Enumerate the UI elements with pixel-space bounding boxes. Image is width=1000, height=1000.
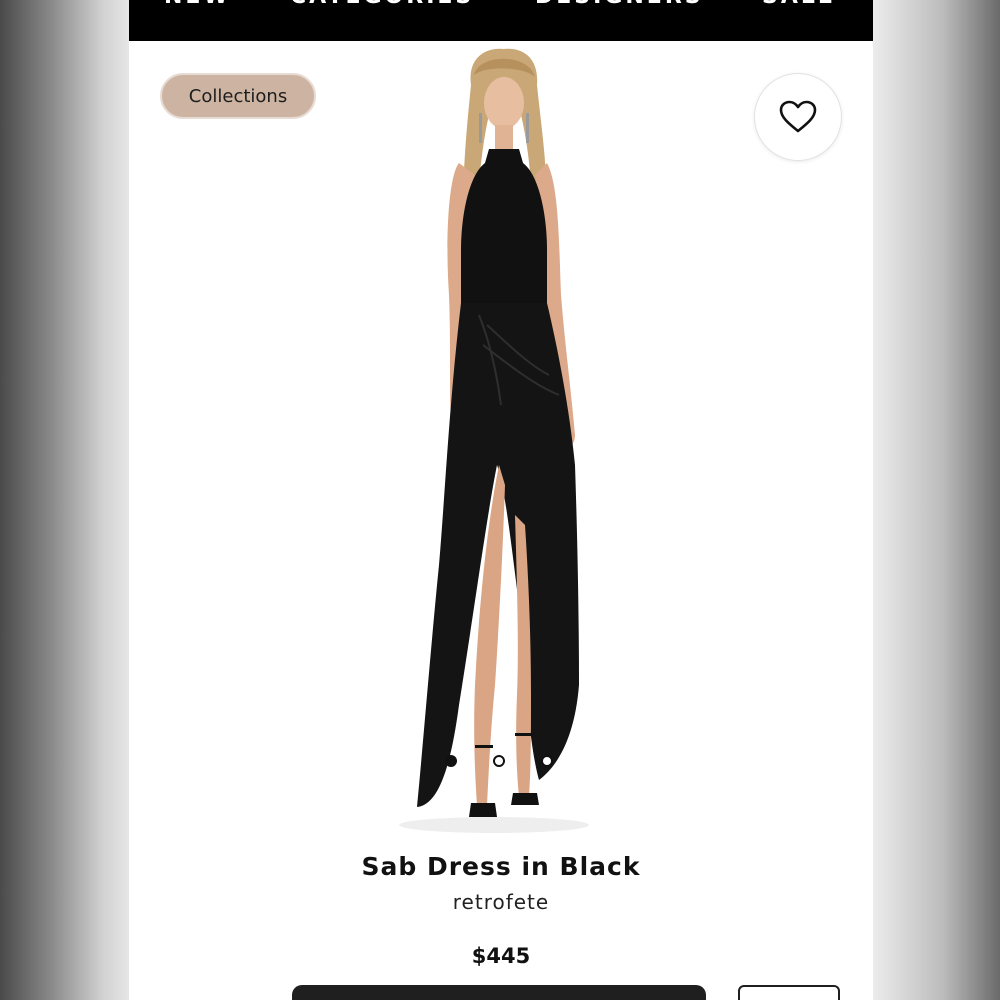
product-page: NEW CATEGORIES DESIGNERS SALE Collection… xyxy=(129,0,873,1000)
carousel-dot-1[interactable] xyxy=(445,755,457,767)
carousel-dot-2[interactable] xyxy=(493,755,505,767)
carousel-indicator xyxy=(443,755,563,771)
collections-button[interactable]: Collections xyxy=(160,73,316,119)
product-image[interactable] xyxy=(379,45,629,835)
secondary-action-button[interactable] xyxy=(738,985,840,1000)
background-right xyxy=(873,0,1000,1000)
heart-outline-icon xyxy=(779,100,817,133)
product-brand[interactable]: retrofete xyxy=(129,890,873,914)
product-title: Sab Dress in Black xyxy=(361,852,641,881)
nav-item-categories[interactable]: CATEGORIES xyxy=(290,0,474,9)
background-left xyxy=(0,0,129,1000)
nav-item-new[interactable]: NEW xyxy=(164,0,231,9)
nav-item-designers[interactable]: DESIGNERS xyxy=(535,0,704,9)
carousel-dot-3[interactable] xyxy=(541,755,553,767)
add-to-bag-button[interactable] xyxy=(292,985,706,1000)
top-navigation: NEW CATEGORIES DESIGNERS SALE xyxy=(129,0,873,41)
favorite-button[interactable] xyxy=(754,73,842,161)
nav-item-sale[interactable]: SALE xyxy=(762,0,836,9)
product-price: $445 xyxy=(471,944,531,968)
